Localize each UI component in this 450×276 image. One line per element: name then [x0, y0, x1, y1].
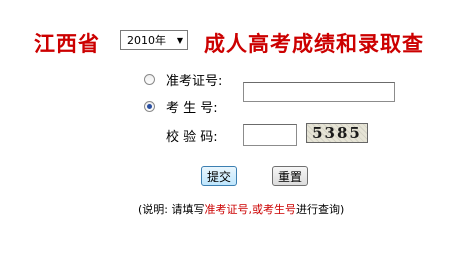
- province-title: 江西省: [34, 31, 100, 56]
- note-prefix: (说明: 请填写: [138, 203, 205, 216]
- captcha-image[interactable]: 5385: [306, 123, 368, 143]
- radio-ticket-number[interactable]: [144, 74, 155, 85]
- note-highlight: 准考证号,或考生号: [204, 203, 297, 216]
- reset-button[interactable]: 重置: [272, 166, 309, 186]
- label-examinee-number: 考 生 号:: [166, 101, 218, 116]
- instruction-note: (说明: 请填写准考证号,或考生号进行查询): [138, 201, 344, 217]
- captcha-input[interactable]: [243, 124, 297, 146]
- year-select[interactable]: 2010年 ▼: [120, 30, 188, 50]
- chevron-down-icon: ▼: [176, 35, 184, 45]
- year-select-value: 2010年: [127, 34, 166, 47]
- number-input[interactable]: [243, 82, 395, 102]
- label-captcha: 校 验 码:: [166, 130, 218, 145]
- submit-button[interactable]: 提交: [201, 166, 238, 186]
- page-title: 成人高考成绩和录取查: [204, 31, 424, 56]
- label-ticket-number: 准考证号:: [166, 74, 223, 89]
- radio-examinee-number[interactable]: [144, 101, 155, 112]
- note-suffix: 进行查询): [296, 203, 345, 216]
